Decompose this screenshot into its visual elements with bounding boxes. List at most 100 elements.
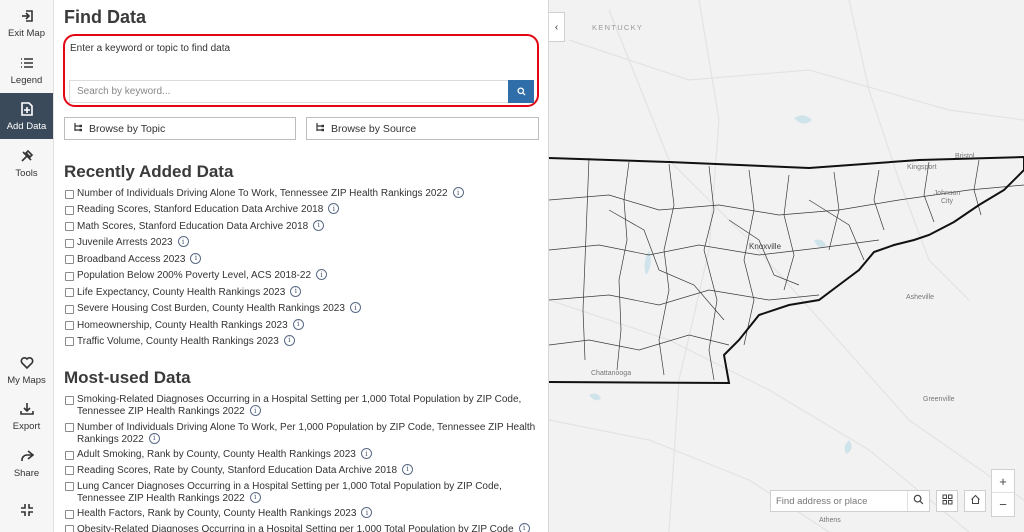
dataset-name: Number of Individuals Driving Alone To W…	[77, 188, 448, 200]
list-item[interactable]: Math Scores, Stanford Education Data Arc…	[64, 219, 540, 233]
basemap-gallery-button[interactable]	[936, 490, 958, 512]
info-icon[interactable]: i	[290, 285, 302, 297]
dataset-checkbox[interactable]	[65, 238, 74, 248]
dataset-name: Juvenile Arrests 2023	[77, 237, 173, 249]
browse-by-source-button[interactable]: Browse by Source	[306, 117, 539, 140]
list-item[interactable]: Traffic Volume, County Health Rankings 2…	[64, 334, 540, 348]
dataset-label: Severe Housing Cost Burden, County Healt…	[77, 302, 361, 315]
info-icon[interactable]: i	[292, 318, 304, 330]
list-item[interactable]: Severe Housing Cost Burden, County Healt…	[64, 302, 540, 315]
list-item[interactable]: Reading Scores, Stanford Education Data …	[64, 203, 540, 216]
share-arrow-icon	[18, 447, 36, 465]
exit-map-button[interactable]: Exit Map	[0, 0, 53, 46]
list-item[interactable]: Reading Scores, Rate by County, Stanford…	[64, 463, 540, 477]
dataset-checkbox[interactable]	[65, 222, 74, 232]
map-canvas	[549, 0, 1024, 532]
search-input[interactable]	[69, 80, 508, 103]
most-used-title: Most-used Data	[64, 368, 191, 387]
dataset-label: Reading Scores, Rate by County, Stanford…	[77, 463, 414, 477]
info-icon[interactable]: i	[177, 236, 189, 248]
list-item[interactable]: Number of Individuals Driving Alone To W…	[64, 422, 540, 446]
dataset-checkbox[interactable]	[65, 423, 74, 433]
zoom-out-button[interactable]: −	[992, 493, 1014, 516]
info-icon[interactable]: i	[360, 448, 372, 460]
info-icon[interactable]: i	[402, 463, 414, 475]
dataset-name: Smoking-Related Diagnoses Occurring in a…	[77, 394, 522, 418]
map-label-johnson-city: Johnson City	[933, 190, 961, 205]
info-icon[interactable]: i	[349, 302, 361, 314]
dataset-checkbox[interactable]	[65, 482, 74, 492]
list-item[interactable]: Juvenile Arrests 2023 i	[64, 236, 540, 249]
list-item[interactable]: Homeownership, County Health Rankings 20…	[64, 318, 540, 332]
dataset-checkbox[interactable]	[65, 466, 74, 476]
info-icon[interactable]: i	[190, 252, 202, 264]
dataset-checkbox[interactable]	[65, 509, 74, 519]
list-icon	[18, 54, 36, 72]
collapse-panel-button[interactable]: ‹	[549, 12, 565, 42]
list-item[interactable]: Lung Cancer Diagnoses Occurring in a Hos…	[64, 481, 540, 505]
home-button[interactable]	[964, 490, 986, 512]
add-data-button[interactable]: Add Data	[0, 93, 53, 139]
search-button[interactable]	[508, 80, 534, 103]
list-item[interactable]: Broadband Access 2023 i	[64, 252, 540, 266]
info-icon[interactable]: i	[452, 187, 464, 198]
export-button[interactable]: Export	[0, 393, 53, 439]
list-item[interactable]: Adult Smoking, Rank by County, County He…	[64, 448, 540, 461]
info-icon[interactable]: i	[518, 522, 530, 532]
info-icon[interactable]: i	[283, 334, 295, 346]
dataset-label: Number of Individuals Driving Alone To W…	[77, 187, 464, 200]
share-label: Share	[13, 468, 40, 479]
list-item[interactable]: Population Below 200% Poverty Level, ACS…	[64, 269, 540, 282]
tools-button[interactable]: Tools	[0, 140, 53, 186]
my-maps-button[interactable]: My Maps	[0, 347, 53, 393]
dataset-checkbox[interactable]	[65, 189, 74, 199]
dataset-checkbox[interactable]	[65, 288, 74, 298]
browse-by-topic-button[interactable]: Browse by Topic	[64, 117, 296, 140]
address-search-button[interactable]	[907, 491, 929, 511]
map-label-athens: Athens	[819, 517, 841, 524]
info-icon[interactable]: i	[316, 269, 328, 281]
dataset-checkbox[interactable]	[65, 304, 74, 314]
list-item[interactable]: Smoking-Related Diagnoses Occurring in a…	[64, 394, 540, 418]
info-icon[interactable]: i	[249, 405, 261, 416]
dataset-checkbox[interactable]	[65, 525, 74, 532]
list-item[interactable]: Life Expectancy, County Health Rankings …	[64, 285, 540, 299]
info-icon[interactable]: i	[328, 203, 340, 215]
map-view[interactable]: ‹ KENTUCKY Knoxville Bristol Kingsport J…	[549, 0, 1024, 532]
info-icon[interactable]: i	[148, 432, 160, 444]
dataset-checkbox[interactable]	[65, 321, 74, 330]
map-label-greenville: Greenville	[923, 396, 955, 403]
export-label: Export	[12, 421, 41, 432]
dataset-name: Lung Cancer Diagnoses Occurring in a Hos…	[77, 480, 502, 504]
address-input[interactable]	[771, 491, 907, 511]
dataset-checkbox[interactable]	[65, 205, 74, 215]
zoom-control: + −	[991, 469, 1015, 517]
map-label-knoxville: Knoxville	[749, 242, 782, 251]
list-item[interactable]: Obesity-Related Diagnoses Occurring in a…	[64, 522, 540, 532]
collapse-fullscreen-button[interactable]	[0, 488, 53, 532]
zoom-in-button[interactable]: +	[992, 470, 1014, 493]
hierarchy-icon	[315, 122, 325, 135]
dataset-name: Reading Scores, Rate by County, Stanford…	[77, 465, 398, 477]
grid-icon	[942, 492, 953, 510]
dataset-checkbox[interactable]	[65, 255, 74, 265]
dataset-checkbox[interactable]	[65, 337, 74, 347]
info-icon[interactable]: i	[361, 507, 373, 519]
info-icon[interactable]: i	[313, 219, 325, 231]
legend-button[interactable]: Legend	[0, 47, 53, 93]
dataset-checkbox[interactable]	[65, 450, 74, 460]
dataset-label: Broadband Access 2023 i	[77, 252, 202, 266]
my-maps-label: My Maps	[7, 375, 46, 386]
legend-label: Legend	[10, 75, 43, 86]
list-item[interactable]: Number of Individuals Driving Alone To W…	[64, 187, 540, 200]
dataset-label: Math Scores, Stanford Education Data Arc…	[77, 219, 325, 233]
list-item[interactable]: Health Factors, Rank by County, County H…	[64, 507, 540, 520]
dataset-checkbox[interactable]	[65, 395, 74, 405]
info-icon[interactable]: i	[249, 491, 261, 503]
share-button[interactable]: Share	[0, 440, 53, 486]
add-file-icon	[18, 100, 36, 118]
dataset-label: Traffic Volume, County Health Rankings 2…	[77, 334, 295, 348]
find-data-panel: Find Data Enter a keyword or topic to fi…	[54, 0, 549, 532]
tools-icon	[18, 147, 36, 165]
dataset-checkbox[interactable]	[65, 271, 74, 281]
